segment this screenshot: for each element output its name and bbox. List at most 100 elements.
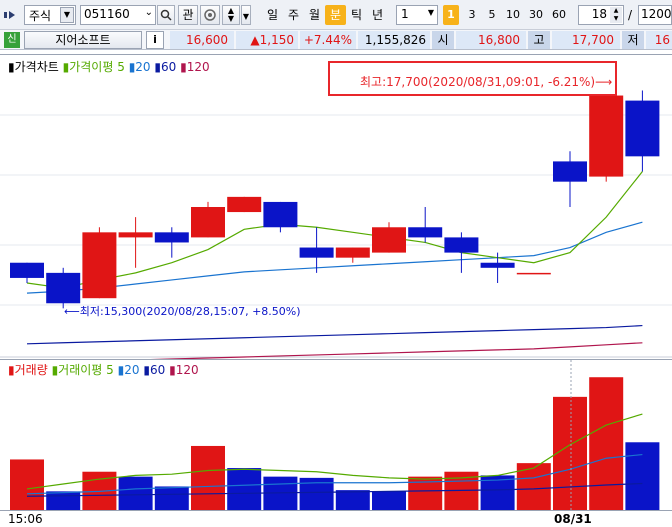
link-icon (204, 9, 216, 21)
candle-body (553, 161, 587, 182)
high-value-cell: 17,700 (552, 31, 620, 49)
candle-body (227, 196, 262, 213)
high-label-cell: 고 (528, 31, 550, 49)
vol-ma20-label: 20 (124, 363, 140, 377)
period-month[interactable]: 월 (304, 5, 325, 25)
period-day[interactable]: 일 (262, 5, 283, 25)
minute-btn-1-label: 1 (447, 8, 455, 21)
period-day-label: 일 (266, 8, 279, 22)
candle-body (263, 201, 298, 228)
arrow-icon (4, 9, 20, 21)
period-year[interactable]: 년 (367, 5, 388, 25)
candle-body (82, 232, 117, 299)
chevron-down-icon: ▼ (242, 12, 250, 21)
minute-btn-60[interactable]: 60 (548, 5, 570, 25)
market-type-select[interactable]: 주식 ▼ (24, 5, 76, 25)
candle-body (118, 232, 153, 238)
company-name-label: 지어소프트 (55, 33, 111, 47)
period-tick[interactable]: 틱 (346, 5, 367, 25)
candle-body (480, 262, 515, 268)
volume-legend-marker: ▮ (8, 363, 15, 377)
quote-pct-cell: +7.44% (300, 31, 356, 49)
minute-btn-5-label: 5 (488, 8, 496, 21)
volume-legend: ▮거래량 ▮거래이평 5 ▮20 ▮60 ▮120 (8, 363, 199, 377)
volume-ma-label: 거래이평 (58, 363, 103, 377)
period-year-label: 년 (371, 8, 384, 22)
volume-bar (372, 491, 406, 511)
price-legend-title: 가격차트 (14, 60, 59, 74)
max-count-value: 1200 (641, 7, 672, 21)
count-input[interactable]: 18 ▲ ▼ (578, 5, 624, 25)
volume-bar (191, 445, 225, 511)
low-value: 16 (654, 33, 670, 47)
price-change-pct: +7.44% (303, 33, 352, 47)
price-legend-marker: ▮ (8, 60, 15, 74)
link-button[interactable] (200, 5, 220, 25)
count-separator: / (628, 8, 633, 22)
period-minute-label: 분 (329, 8, 342, 22)
credit-badge-label: 신 (7, 34, 17, 45)
volume-bar (553, 396, 587, 511)
price-change: ▲1,150 (250, 33, 294, 47)
current-price: 16,600 (186, 33, 228, 47)
period-minute[interactable]: 분 (325, 5, 346, 25)
watchlist-label: 관 (182, 8, 194, 22)
period-tick-label: 틱 (350, 8, 363, 22)
time-axis-start: 15:06 (8, 512, 43, 526)
candle-body (444, 237, 479, 253)
max-count-input[interactable]: 1200 (638, 5, 672, 25)
chevron-down-icon: ▼ (60, 7, 74, 23)
vol-ma120-legend-marker: ▮ (169, 363, 176, 377)
volume-legend-title: 거래량 (14, 363, 48, 377)
minute-btn-5[interactable]: 5 (482, 5, 502, 25)
company-name[interactable]: 지어소프트 (24, 31, 142, 49)
candle-body (46, 272, 81, 304)
info-icon: i (153, 33, 157, 46)
stock-code-value: 051160 (84, 7, 130, 21)
price-chart-panel[interactable]: ▮가격차트 ▮가격이평 5 ▮20 ▮60 ▮120 ⟵최저:15,300(20… (0, 54, 672, 359)
candle-body (299, 247, 334, 258)
search-button[interactable] (157, 5, 175, 25)
ma120-legend-marker: ▮ (180, 60, 187, 74)
stepper-button[interactable]: ▲ ▼ (222, 5, 240, 25)
high-annotation-box: 최고:17,700(2020/08/31,09:01, -6.21%)⟶ (328, 61, 617, 96)
candle-body (516, 272, 551, 275)
stock-code-input[interactable]: 051160 ⌄ (80, 5, 156, 25)
volume-bar (335, 490, 370, 511)
chevron-down-icon: ⌄ (144, 7, 153, 18)
vol-ma5-label: 5 (106, 363, 114, 377)
period-week[interactable]: 주 (283, 5, 304, 25)
credit-badge: 신 (4, 32, 20, 48)
interval-select[interactable]: 1 ▼ (396, 5, 438, 25)
info-button[interactable]: i (146, 31, 164, 49)
search-icon (160, 9, 172, 21)
minute-btn-30[interactable]: 30 (525, 5, 547, 25)
volume-chart-panel[interactable]: ▮거래량 ▮거래이평 5 ▮20 ▮60 ▮120 (0, 359, 672, 512)
quote-change-cell: ▲1,150 (236, 31, 298, 49)
open-label-cell: 시 (432, 31, 454, 49)
low-value-cell: 16 (646, 31, 672, 49)
spin-icon: ▲ ▼ (610, 7, 622, 23)
vol-ma60-label: 60 (149, 363, 166, 377)
spin-button[interactable]: ▼ (241, 5, 251, 25)
price-ma20-label: 20 (135, 60, 151, 74)
minute-btn-10[interactable]: 10 (502, 5, 524, 25)
price-ma120-label: 120 (186, 60, 210, 74)
market-type-value: 주식 (29, 9, 52, 23)
volume-chart[interactable] (0, 360, 672, 512)
minute-btn-1[interactable]: 1 (443, 5, 459, 25)
minute-btn-3[interactable]: 3 (462, 5, 482, 25)
minute-btn-10-label: 10 (506, 8, 520, 21)
time-axis-date: 08/31 (554, 512, 592, 526)
low-annotation: ⟵최저:15,300(2020/08/28,15:07, +8.50%) (64, 305, 301, 318)
candle-body (154, 232, 189, 243)
volume-bar (154, 486, 189, 511)
minute-btn-3-label: 3 (468, 8, 476, 21)
price-legend: ▮가격차트 ▮가격이평 5 ▮20 ▮60 ▮120 (8, 60, 210, 74)
watchlist-button[interactable]: 관 (178, 5, 198, 25)
low-label: 저 (627, 33, 639, 47)
volume-bar (118, 476, 153, 511)
quote-bar: 신 지어소프트 i 16,600 ▲1,150 +7.44% 1,155,826… (0, 30, 672, 50)
price-ma60-label: 60 (161, 60, 177, 74)
quote-price-cell: 16,600 (170, 31, 234, 49)
